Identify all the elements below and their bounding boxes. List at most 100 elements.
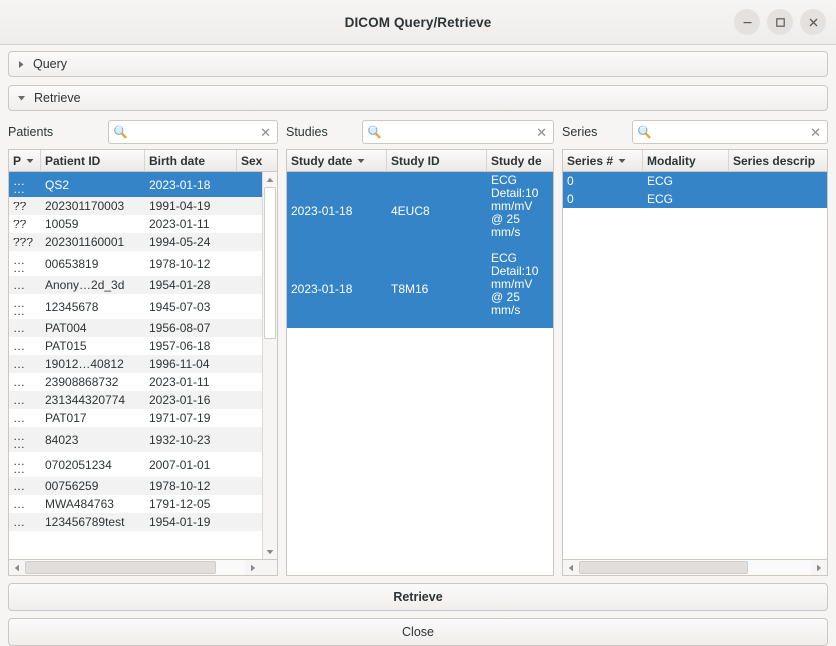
patients-label: Patients (8, 125, 108, 139)
retrieve-button[interactable]: Retrieve (8, 583, 828, 611)
series-search-box[interactable]: ✕ (632, 120, 828, 144)
table-row[interactable]: …PAT0171971-07-19 (9, 409, 262, 427)
patient-id-cell: 0702051234 (41, 458, 145, 472)
patient-name-cell: ??? (9, 238, 41, 246)
series-number-cell: 0 (563, 192, 643, 206)
patients-scroll-track[interactable] (263, 187, 277, 544)
column-header-sex[interactable]: Sex (237, 150, 277, 171)
column-header-modality[interactable]: Modality (643, 150, 729, 171)
table-row[interactable]: 2023-01-184EUC8ECG Detail:10 mm/mV @ 25 … (287, 172, 553, 250)
patient-name-cell: … (9, 378, 41, 386)
expander-retrieve[interactable]: Retrieve (8, 85, 828, 111)
studies-pane: Studies ✕ (286, 119, 554, 576)
table-row[interactable]: ??100592023-01-11 (9, 215, 262, 233)
column-header-patient-id[interactable]: Patient ID (41, 150, 145, 171)
column-header-study-description[interactable]: Study de (487, 150, 551, 171)
close-button[interactable] (800, 9, 826, 35)
column-header-series-description[interactable]: Series descrip (729, 150, 836, 171)
scroll-down-button[interactable] (263, 544, 277, 559)
table-row[interactable]: 2023-01-18T8M16ECG Detail:10 mm/mV @ 25 … (287, 250, 553, 328)
series-horizontal-scrollbar[interactable] (562, 560, 828, 576)
scroll-right-button[interactable] (811, 560, 827, 575)
chevron-down-icon (17, 94, 26, 102)
table-row[interactable]: …PAT0151957-06-18 (9, 337, 262, 355)
clear-icon[interactable]: ✕ (808, 126, 823, 139)
patients-hscroll-track[interactable] (25, 560, 245, 575)
patients-pane: Patients ✕ (8, 119, 278, 576)
column-header-p[interactable]: P (9, 150, 41, 171)
table-row[interactable]: ……QS22023-01-18 (9, 172, 262, 197)
close-button-bottom[interactable]: Close (8, 618, 828, 646)
series-hscroll-thumb[interactable] (579, 561, 748, 574)
series-header: Series ✕ (562, 119, 828, 145)
table-row[interactable]: ……123456781945-07-03 (9, 294, 262, 319)
table-row[interactable]: …PAT0041956-08-07 (9, 319, 262, 337)
expander-query[interactable]: Query (8, 51, 828, 77)
table-row[interactable]: …MWA4847631791-12-05 (9, 495, 262, 513)
column-header-study-date[interactable]: Study date (287, 150, 387, 171)
table-row[interactable]: …239088687322023-01-11 (9, 373, 262, 391)
patient-name-cell: …… (9, 177, 41, 193)
scroll-left-button[interactable] (563, 560, 579, 575)
patient-id-cell: QS2 (41, 178, 145, 192)
patients-search-input[interactable] (127, 125, 258, 139)
patients-row-list[interactable]: ……QS22023-01-18??2023011700031991-04-19?… (9, 172, 262, 559)
action-buttons: Retrieve Close (8, 576, 828, 646)
scroll-right-button[interactable] (245, 560, 261, 575)
table-row[interactable]: ……07020512342007-01-01 (9, 452, 262, 477)
title-bar: DICOM Query/Retrieve (0, 0, 836, 45)
patients-search-box[interactable]: ✕ (108, 120, 278, 144)
caret-up-icon (266, 177, 274, 183)
clear-icon[interactable]: ✕ (534, 126, 549, 139)
studies-row-list[interactable]: 2023-01-184EUC8ECG Detail:10 mm/mV @ 25 … (287, 172, 553, 575)
series-pane: Series ✕ (562, 119, 828, 576)
caret-left-icon (568, 564, 574, 572)
dicom-query-retrieve-window: DICOM Query/Retrieve (0, 0, 836, 646)
birth-date-cell: 1994-05-24 (145, 235, 237, 249)
table-row[interactable]: ??2023011700031991-04-19 (9, 197, 262, 215)
patient-id-cell: PAT004 (41, 321, 145, 335)
table-row[interactable]: 0ECG (563, 190, 827, 208)
expander-query-label: Query (33, 57, 67, 71)
patient-id-cell: 00756259 (41, 479, 145, 493)
sort-descending-icon (618, 158, 626, 164)
table-row[interactable]: …123456789test1954-01-19 (9, 513, 262, 531)
patients-scroll-thumb[interactable] (264, 187, 276, 339)
series-row-list[interactable]: 0ECG0ECG (563, 172, 827, 559)
table-row[interactable]: ……840231932-10-23 (9, 427, 262, 452)
patients-hscroll-thumb[interactable] (25, 561, 216, 574)
column-header-birth-date[interactable]: Birth date (145, 150, 237, 171)
maximize-button[interactable] (767, 9, 793, 35)
table-row[interactable]: ……006538191978-10-12 (9, 251, 262, 276)
clear-icon[interactable]: ✕ (258, 126, 273, 139)
patients-horizontal-scrollbar[interactable] (8, 560, 278, 576)
search-icon (367, 125, 381, 139)
search-icon (637, 125, 651, 139)
patient-name-cell: … (9, 342, 41, 350)
scroll-up-button[interactable] (263, 172, 277, 187)
table-row[interactable]: …2313443207742023-01-16 (9, 391, 262, 409)
table-row[interactable]: …007562591978-10-12 (9, 477, 262, 495)
birth-date-cell: 1956-08-07 (145, 321, 237, 335)
series-search-input[interactable] (651, 125, 808, 139)
birth-date-cell: 1978-10-12 (145, 257, 237, 271)
birth-date-cell: 1954-01-28 (145, 278, 237, 292)
table-row[interactable]: ???2023011600011994-05-24 (9, 233, 262, 251)
column-header-series-number[interactable]: Series # (563, 150, 643, 171)
birth-date-cell: 1971-07-19 (145, 411, 237, 425)
table-row[interactable]: 0ECG (563, 172, 827, 190)
patients-vertical-scrollbar[interactable] (262, 172, 277, 559)
table-row[interactable]: …Anony…2d_3d1954-01-28 (9, 276, 262, 294)
series-hscroll-track[interactable] (579, 560, 811, 575)
patient-id-cell: PAT017 (41, 411, 145, 425)
minimize-button[interactable] (734, 9, 760, 35)
patient-name-cell: ?? (9, 202, 41, 210)
studies-search-input[interactable] (381, 125, 534, 139)
table-row[interactable]: …19012…408121996-11-04 (9, 355, 262, 373)
column-header-study-id[interactable]: Study ID (387, 150, 487, 171)
studies-search-box[interactable]: ✕ (362, 120, 554, 144)
scroll-left-button[interactable] (9, 560, 25, 575)
series-number-cell: 0 (563, 174, 643, 188)
study-date-cell: 2023-01-18 (287, 282, 387, 296)
patient-id-cell: MWA484763 (41, 497, 145, 511)
